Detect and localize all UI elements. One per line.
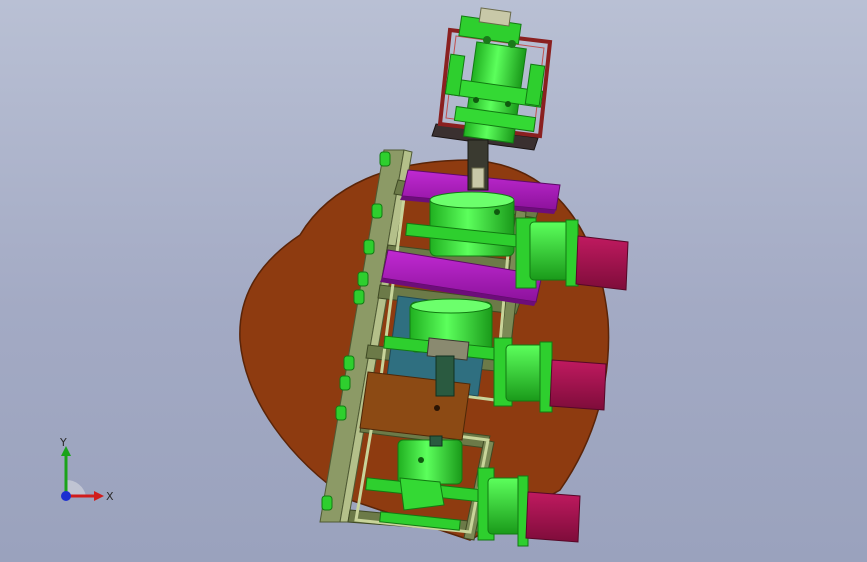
cad-viewport[interactable]: Y X [0, 0, 867, 562]
z-axis-dot [61, 491, 71, 501]
x-axis-label: X [106, 490, 114, 503]
x-axis-arrowhead [94, 491, 104, 501]
motor-upper[interactable] [515, 217, 629, 291]
coordinate-triad: Y X [59, 436, 114, 503]
assembly-model[interactable] [0, 0, 867, 562]
y-axis-label: Y [59, 436, 67, 449]
